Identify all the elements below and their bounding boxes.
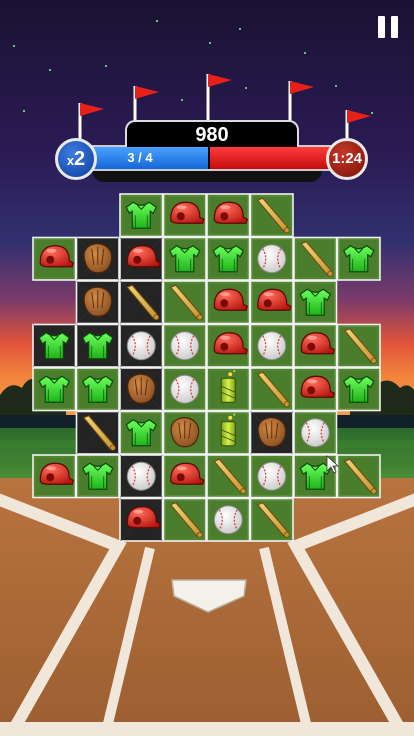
glove-icon [83,286,113,317]
board-tile[interactable] [206,410,251,455]
board-tile[interactable] [119,280,164,325]
board-tile[interactable] [75,323,120,368]
board-tile[interactable] [293,410,338,455]
board-tile[interactable] [206,367,251,412]
board-tile[interactable] [206,497,251,542]
glove-icon [257,417,287,448]
board-tile[interactable] [119,323,164,368]
board-tile[interactable] [32,323,77,368]
ball-icon [257,461,287,491]
glove-icon [170,417,200,448]
board-tile[interactable] [119,497,164,542]
board-tile[interactable] [249,280,294,325]
board-tile[interactable] [293,236,338,281]
board-tile[interactable] [293,280,338,325]
board-tile[interactable] [75,454,120,499]
bottom-chalk [0,722,414,736]
board-tile[interactable] [206,193,251,238]
board-tile[interactable] [206,323,251,368]
game-board [32,193,381,542]
board-tile[interactable] [206,280,251,325]
ball-icon [213,505,243,535]
board-tile[interactable] [162,454,207,499]
board-tile[interactable] [162,367,207,412]
board-tile[interactable] [119,236,164,281]
ball-icon [170,331,200,361]
board-tile[interactable] [119,454,164,499]
board-tile[interactable] [206,454,251,499]
board-tile[interactable] [32,454,77,499]
progress-bar: 3 / 4 [70,145,349,171]
board-tile[interactable] [75,280,120,325]
board-tile[interactable] [249,193,294,238]
board-tile[interactable] [162,323,207,368]
hud: 3 / 4 980 x2 1:24 [0,0,414,200]
board-tile[interactable] [119,367,164,412]
timer-badge: 1:24 [326,138,368,180]
board-tile[interactable] [162,410,207,455]
board-tile[interactable] [336,367,381,412]
board-tile[interactable] [162,236,207,281]
ball-icon [170,374,200,404]
board-tile[interactable] [206,236,251,281]
board-tile[interactable] [336,323,381,368]
board-tile[interactable] [32,367,77,412]
board-tile[interactable] [119,193,164,238]
glove-icon [126,373,156,404]
board-tile[interactable] [293,323,338,368]
board-tile[interactable] [249,367,294,412]
multiplier-badge: x2 [55,138,97,180]
board-tile[interactable] [249,454,294,499]
board-tile[interactable] [249,236,294,281]
board-tile[interactable] [293,367,338,412]
ball-icon [126,331,156,361]
ball-icon [300,418,330,448]
board-tile[interactable] [75,236,120,281]
board-tile[interactable] [249,410,294,455]
score-display: 980 [125,120,299,147]
glove-icon [83,243,113,274]
ball-icon [126,461,156,491]
board-tile[interactable] [162,193,207,238]
board-tile[interactable] [32,236,77,281]
board-tile[interactable] [119,410,164,455]
board-tile[interactable] [162,280,207,325]
board-tile[interactable] [75,410,120,455]
board-tile[interactable] [336,236,381,281]
board-tile[interactable] [336,454,381,499]
multiplier-value: 2 [74,148,86,170]
board-tile[interactable] [249,497,294,542]
ball-icon [257,244,287,274]
board-tile[interactable] [75,367,120,412]
board-tile[interactable] [249,323,294,368]
ball-icon [257,331,287,361]
board-tile[interactable] [162,497,207,542]
multiplier-prefix: x [66,153,75,168]
